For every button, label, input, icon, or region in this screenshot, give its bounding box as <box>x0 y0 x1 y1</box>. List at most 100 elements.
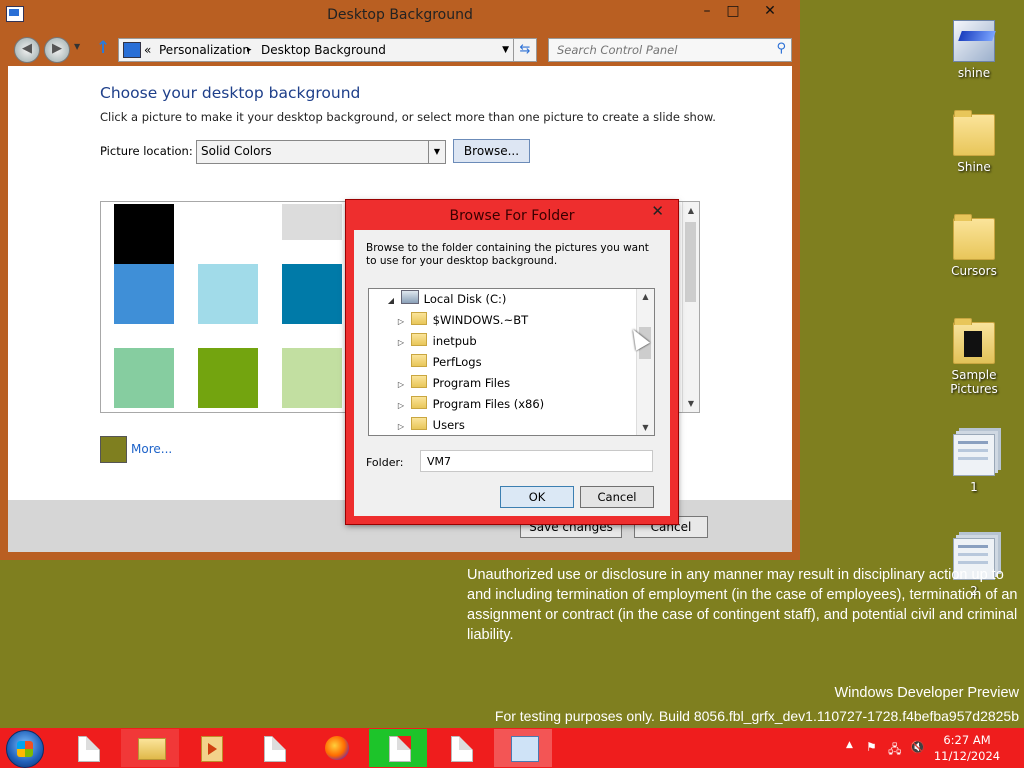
clock[interactable]: 6:27 AM 11/12/2024 <box>932 732 1002 764</box>
close-button[interactable]: ✕ <box>757 2 783 22</box>
title-bar[interactable]: Desktop Background – □ ✕ <box>0 0 800 32</box>
desktop-icon-label: Shine <box>957 160 991 174</box>
folder-tree: ◢ Local Disk (C:) ▷ $WINDOWS.~BT ▷ inetp… <box>368 288 655 436</box>
breadcrumb-personalization[interactable]: Personalization <box>159 39 250 61</box>
address-overflow[interactable]: « <box>144 39 151 61</box>
taskbar-button-explorer[interactable] <box>121 729 179 767</box>
taskbar-button-control-panel[interactable] <box>494 729 552 767</box>
browse-for-folder-dialog: Browse For Folder ✕ Browse to the folder… <box>346 200 678 524</box>
tree-item-local-disk[interactable]: ◢ Local Disk (C:) <box>385 289 506 310</box>
chevron-down-icon[interactable]: ▼ <box>428 141 445 163</box>
color-swatch[interactable] <box>282 204 342 240</box>
picture-location-label: Picture location: <box>100 144 193 158</box>
taskbar-button-media-player[interactable] <box>181 729 239 767</box>
back-button[interactable]: ◀ <box>14 37 40 63</box>
forward-button[interactable]: ▶ <box>44 37 70 63</box>
folder-icon <box>410 396 427 409</box>
color-swatch[interactable] <box>114 348 174 408</box>
expand-arrow-icon[interactable]: ▷ <box>395 395 407 416</box>
swatch-scrollbar[interactable]: ▲ ▼ <box>682 202 699 412</box>
control-panel-icon <box>511 736 539 762</box>
action-center-flag-icon[interactable]: ⚑ <box>866 740 877 754</box>
recent-pages-dropdown-icon[interactable]: ▼ <box>74 42 80 51</box>
tree-item-program-files-x86[interactable]: ▷ Program Files (x86) <box>395 394 544 415</box>
show-hidden-icons-icon[interactable]: ▲ <box>846 740 853 750</box>
browse-button[interactable]: Browse... <box>453 139 530 163</box>
scroll-down-icon[interactable]: ▼ <box>637 423 654 432</box>
address-dropdown-icon[interactable]: ▼ <box>502 39 509 61</box>
color-swatch[interactable] <box>282 264 342 324</box>
dialog-description: Browse to the folder containing the pict… <box>366 242 649 267</box>
desktop-icon-label: 1 <box>970 480 978 494</box>
taskbar-button-document-3[interactable] <box>369 729 427 767</box>
more-colors-link[interactable]: More... <box>131 442 172 456</box>
refresh-button[interactable]: ⇆ <box>513 38 537 62</box>
taskbar-button-document-1[interactable] <box>58 729 116 767</box>
tree-item-windows-bt[interactable]: ▷ $WINDOWS.~BT <box>395 310 528 331</box>
desktop-icon-1[interactable]: 1 <box>939 434 1009 494</box>
tree-item-users[interactable]: ▷ Users <box>395 415 465 435</box>
picture-location-select[interactable]: Solid Colors ▼ <box>196 140 446 164</box>
media-player-icon <box>201 736 223 762</box>
start-button[interactable] <box>6 730 44 768</box>
expand-arrow-icon[interactable]: ▷ <box>395 416 407 435</box>
folder-field[interactable] <box>420 450 653 472</box>
color-swatch[interactable] <box>198 264 258 324</box>
tree-item-label: PerfLogs <box>432 355 482 369</box>
tree-item-label: Local Disk (C:) <box>423 292 507 306</box>
clock-date: 11/12/2024 <box>933 749 1001 763</box>
color-swatch[interactable] <box>198 204 258 264</box>
tree-scrollbar[interactable]: ▲ ▼ <box>636 289 654 435</box>
volume-muted-icon[interactable]: 🔇 <box>910 740 925 754</box>
folder-icon <box>410 354 427 367</box>
expand-arrow-icon[interactable]: ▷ <box>395 374 407 395</box>
search-input[interactable] <box>549 39 769 61</box>
folder-icon <box>953 110 995 156</box>
scroll-up-icon[interactable]: ▲ <box>683 206 699 215</box>
network-icon[interactable]: 🖧 <box>888 740 901 761</box>
pictures-folder-icon <box>953 318 995 364</box>
collapse-arrow-icon[interactable]: ◢ <box>385 290 397 311</box>
document-icon <box>451 736 473 762</box>
expand-arrow-icon[interactable]: ▷ <box>395 311 407 332</box>
search-box[interactable]: ⚲ <box>548 38 792 62</box>
scroll-up-icon[interactable]: ▲ <box>637 292 654 301</box>
color-swatch[interactable] <box>282 348 342 408</box>
tree-item-perflogs[interactable]: PerfLogs <box>395 352 482 373</box>
dialog-close-button[interactable]: ✕ <box>651 202 664 220</box>
expand-arrow-icon[interactable]: ▷ <box>395 332 407 353</box>
scrollbar-thumb[interactable] <box>685 222 696 302</box>
taskbar-button-document-4[interactable] <box>431 729 489 767</box>
ok-button[interactable]: OK <box>500 486 574 508</box>
folder-icon <box>410 375 427 388</box>
address-bar[interactable]: « Personalization ▸ Desktop Background ▼ <box>118 38 515 62</box>
taskbar-button-document-2[interactable] <box>244 729 302 767</box>
color-swatch[interactable] <box>114 264 174 324</box>
breadcrumb-separator-icon[interactable]: ▸ <box>247 39 252 61</box>
document-icon <box>264 736 286 762</box>
current-color-swatch <box>100 436 127 463</box>
shine-icon <box>953 20 995 62</box>
scroll-down-icon[interactable]: ▼ <box>683 399 699 408</box>
maximize-button[interactable]: □ <box>720 2 746 22</box>
desktop-icon-shine-folder[interactable]: Shine <box>939 110 1009 174</box>
color-swatch[interactable] <box>114 204 174 264</box>
dialog-cancel-button[interactable]: Cancel <box>580 486 654 508</box>
up-button[interactable]: ↑ <box>96 38 110 58</box>
desktop-icon-cursors[interactable]: Cursors <box>939 214 1009 278</box>
taskbar-button-firefox[interactable] <box>307 729 365 767</box>
minimize-button[interactable]: – <box>694 2 720 22</box>
drive-icon <box>400 290 419 304</box>
search-icon[interactable]: ⚲ <box>776 41 786 56</box>
document-icon <box>389 736 411 762</box>
desktop-icon-sample-pictures[interactable]: Sample Pictures <box>939 318 1009 396</box>
clock-time: 6:27 AM <box>943 733 991 747</box>
desktop-icon-shine-shortcut[interactable]: shine <box>939 20 1009 80</box>
tree-item-program-files[interactable]: ▷ Program Files <box>395 373 510 394</box>
tree-item-inetpub[interactable]: ▷ inetpub <box>395 331 477 352</box>
dialog-title: Browse For Folder <box>449 208 575 224</box>
tree-item-label: Program Files <box>432 376 511 390</box>
page-instruction: Click a picture to make it your desktop … <box>100 110 716 124</box>
breadcrumb-desktop-background[interactable]: Desktop Background <box>261 39 386 61</box>
color-swatch[interactable] <box>198 348 258 408</box>
